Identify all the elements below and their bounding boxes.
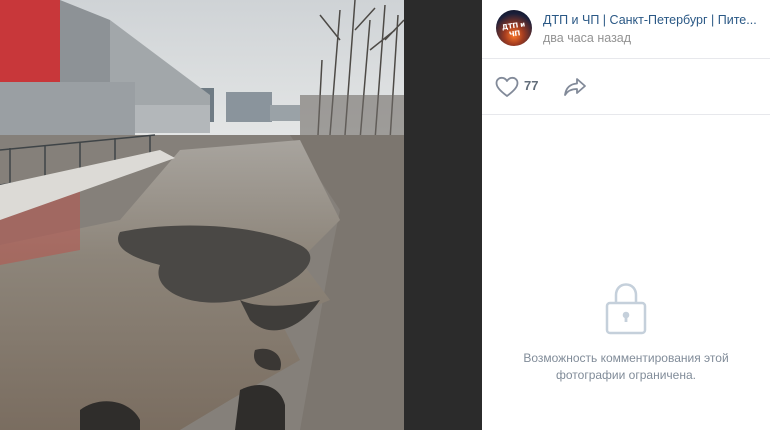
group-name-link[interactable]: ДТП и ЧП | Санкт-Петербург | Пите...	[543, 13, 767, 27]
lock-icon	[605, 283, 647, 335]
post-photo[interactable]	[0, 0, 404, 430]
like-count: 77	[524, 78, 539, 93]
post-header: ДТП и ЧП ДТП и ЧП | Санкт-Петербург | Пи…	[482, 0, 770, 59]
share-button[interactable]	[563, 76, 587, 98]
group-avatar[interactable]: ДТП и ЧП	[496, 10, 532, 46]
post-actions: 77	[482, 58, 770, 115]
like-button[interactable]: 77	[495, 76, 555, 98]
restricted-line-1: Возможность комментирования этой	[523, 351, 729, 365]
heart-icon	[495, 76, 519, 97]
restricted-line-2: фотографии ограничена.	[556, 368, 696, 382]
viewer-backdrop	[404, 0, 482, 430]
photo-street-puddles	[0, 0, 404, 430]
comments-restricted: Возможность комментирования этой фотогра…	[482, 280, 770, 384]
post-time[interactable]: два часа назад	[543, 31, 631, 45]
share-arrow-icon	[564, 78, 586, 96]
avatar-logo-text: ДТП и ЧП	[501, 20, 526, 39]
post-side-panel: ДТП и ЧП ДТП и ЧП | Санкт-Петербург | Пи…	[482, 0, 770, 430]
comments-restricted-text: Возможность комментирования этой фотогра…	[482, 350, 770, 384]
